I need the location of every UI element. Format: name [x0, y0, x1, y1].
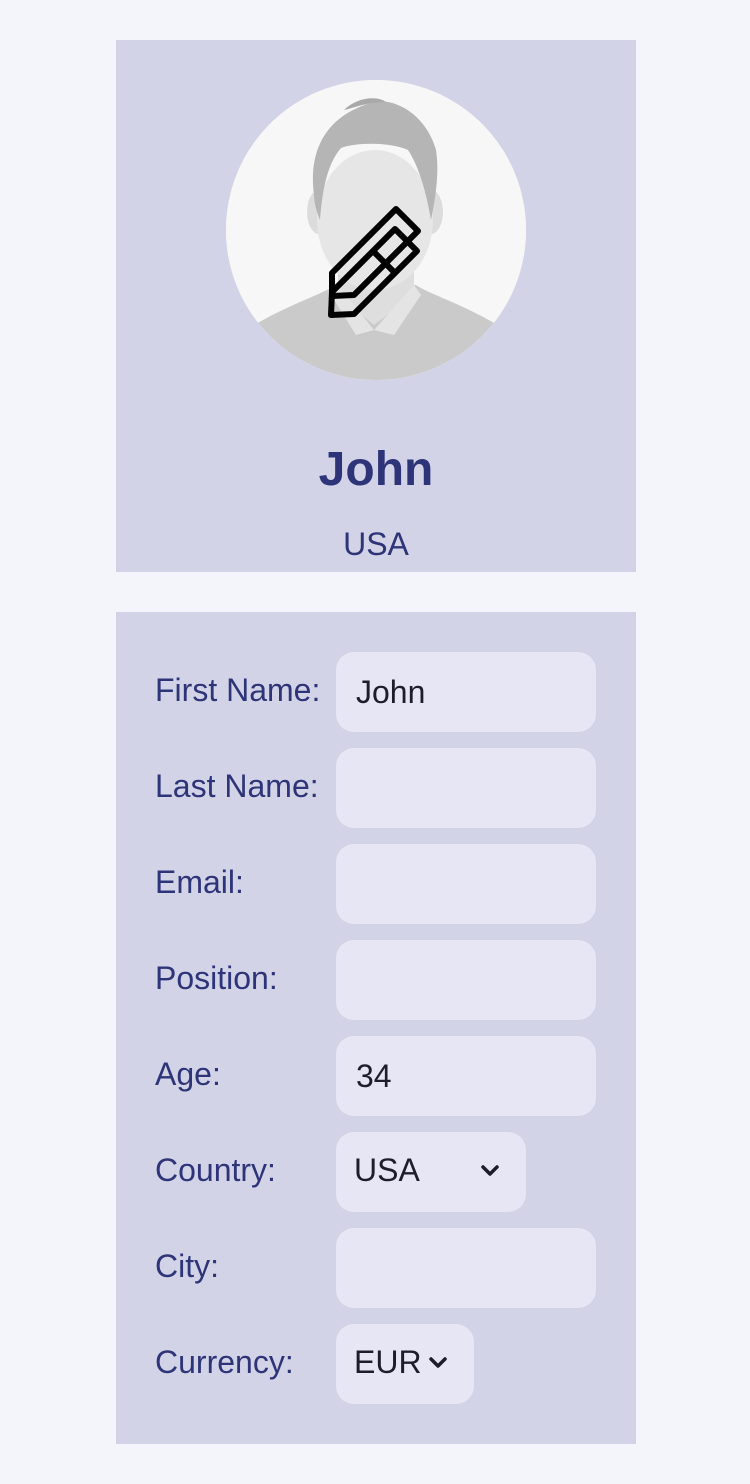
chevron-down-icon — [429, 1357, 447, 1368]
country-select-value: USA — [354, 1152, 420, 1188]
currency-label: Currency: — [155, 1344, 294, 1380]
country-select[interactable]: USA — [336, 1132, 526, 1212]
first-name-input[interactable] — [336, 652, 596, 732]
currency-select[interactable]: EUR — [336, 1324, 474, 1404]
email-input[interactable] — [336, 844, 596, 924]
profile-country: USA — [343, 526, 409, 562]
city-row: City: — [116, 1228, 636, 1308]
profile-name: John — [318, 443, 434, 496]
page: John USA First Name: Last Name: Email: P… — [0, 0, 750, 1484]
city-label: City: — [155, 1248, 219, 1284]
first-name-row: First Name: — [116, 652, 636, 732]
profile-form: First Name: Last Name: Email: Position: … — [116, 612, 636, 1444]
profile-card: John USA — [116, 40, 636, 572]
age-row: Age: — [116, 1036, 636, 1116]
position-row: Position: — [116, 940, 636, 1020]
position-input[interactable] — [336, 940, 596, 1020]
currency-select-value: EUR — [354, 1344, 422, 1380]
age-label: Age: — [155, 1056, 221, 1092]
position-label: Position: — [155, 960, 278, 996]
email-row: Email: — [116, 844, 636, 924]
currency-row: Currency: EUR — [116, 1324, 636, 1404]
email-label: Email: — [155, 864, 244, 900]
city-input[interactable] — [336, 1228, 596, 1308]
country-label: Country: — [155, 1152, 276, 1188]
last-name-input[interactable] — [336, 748, 596, 828]
country-row: Country: USA — [116, 1132, 636, 1212]
age-input[interactable] — [336, 1036, 596, 1116]
avatar-placeholder-icon — [226, 80, 526, 380]
last-name-row: Last Name: — [116, 748, 636, 828]
chevron-down-icon — [481, 1165, 499, 1176]
first-name-label: First Name: — [155, 672, 321, 708]
avatar[interactable] — [226, 80, 526, 380]
last-name-label: Last Name: — [155, 768, 319, 804]
